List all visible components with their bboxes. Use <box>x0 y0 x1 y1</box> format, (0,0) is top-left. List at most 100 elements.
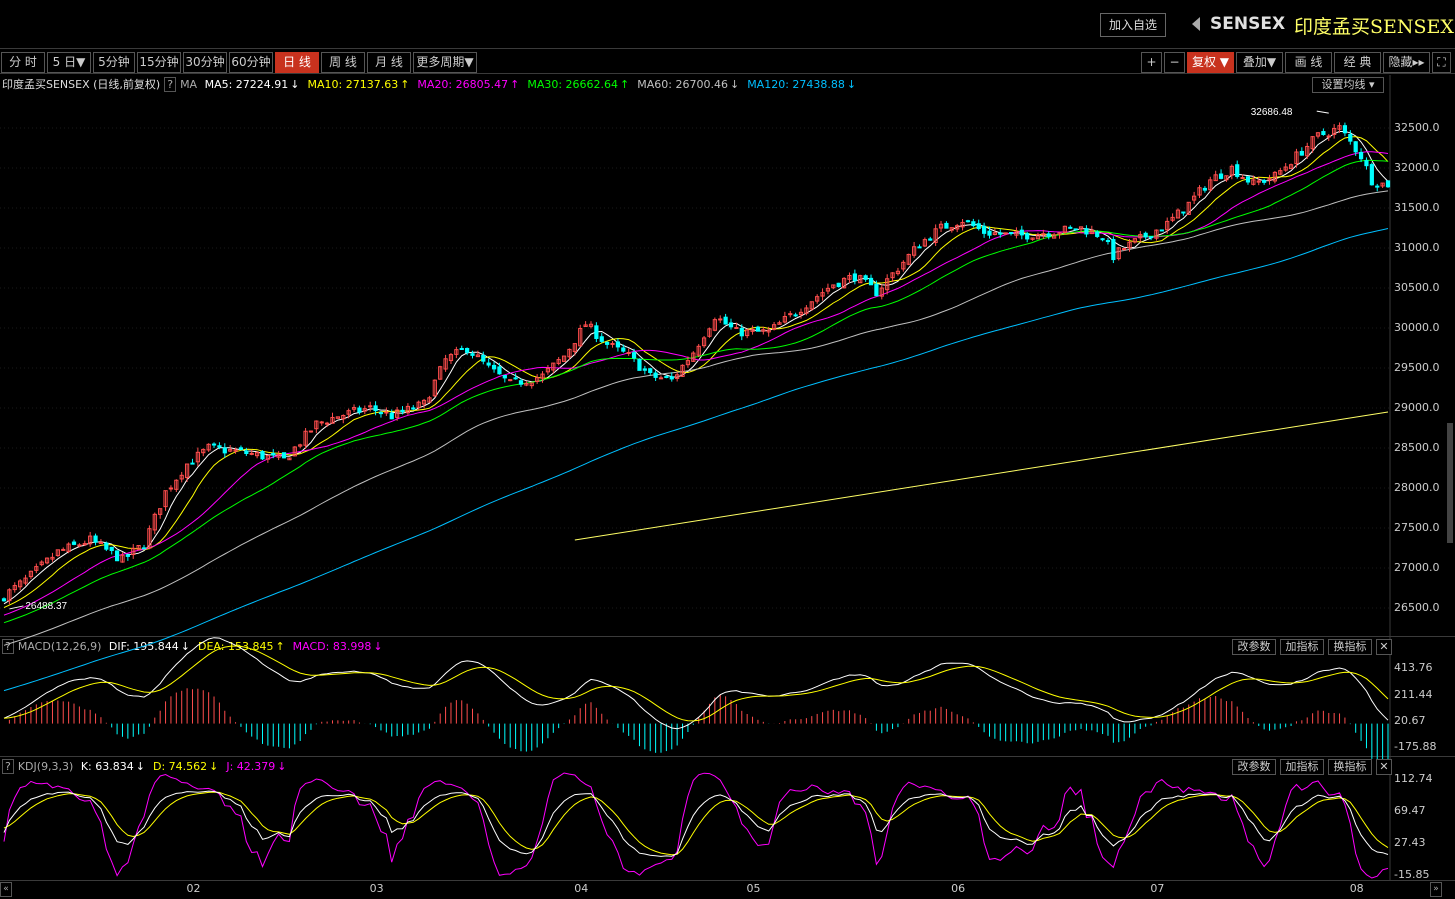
long-ma-line <box>574 411 1389 541</box>
candle-body-41 <box>222 447 227 454</box>
candle-body-213 <box>1148 236 1154 239</box>
candle-body-246 <box>1326 135 1331 138</box>
candle-body-160 <box>863 275 868 280</box>
macd-dea-line <box>3 645 1389 722</box>
macd-panel-button-3[interactable]: ✕ <box>1376 639 1392 655</box>
candle-body-182 <box>981 225 987 234</box>
price-axis-label-10: 27500.0 <box>1394 521 1440 534</box>
x-axis-label-4: 06 <box>951 882 966 895</box>
candle-body-20 <box>109 546 114 552</box>
ma-line-MA20 <box>3 151 1389 616</box>
candle-body-121 <box>653 372 658 378</box>
candle-body-59 <box>319 421 324 424</box>
kdj-panel-button-0[interactable]: 改参数 <box>1232 759 1276 775</box>
candle-body-111 <box>599 336 604 342</box>
annotation-1: 32686.48 <box>1251 107 1293 118</box>
price-axis-label-0: 32500.0 <box>1394 121 1440 134</box>
candle-body-11 <box>61 548 66 551</box>
candle-body-115 <box>621 347 626 352</box>
kdj-axis-label-2: 27.43 <box>1394 835 1426 849</box>
candle-body-180 <box>971 221 976 227</box>
candle-body-91 <box>491 364 497 370</box>
candle-body-118 <box>637 358 642 371</box>
candle-body-186 <box>1003 232 1008 235</box>
x-axis-label-0: 02 <box>186 882 201 895</box>
candle-body-86 <box>465 348 470 353</box>
ma-line-MA10 <box>3 136 1389 609</box>
candle-body-137 <box>739 327 744 337</box>
x-axis-label-3: 05 <box>746 882 761 895</box>
candle-body-229 <box>1235 164 1240 177</box>
candle-body-45 <box>244 450 249 455</box>
price-axis-label-9: 28000.0 <box>1394 481 1440 494</box>
candle-body-255 <box>1375 185 1380 188</box>
scroll-right-button[interactable]: » <box>1430 882 1442 897</box>
candle-body-69 <box>373 405 378 412</box>
candle-body-96 <box>518 380 524 385</box>
candle-body-134 <box>723 316 728 325</box>
candle-body-50 <box>271 452 276 456</box>
candle-body-71 <box>384 411 389 414</box>
candle-body-230 <box>1240 177 1245 180</box>
candle-body-110 <box>594 325 599 339</box>
candle-body-123 <box>664 376 669 379</box>
price-axis-label-12: 26500.0 <box>1394 601 1440 614</box>
ma-line-MA30 <box>3 159 1389 624</box>
candle-body-14 <box>77 544 82 547</box>
scroll-left-button[interactable]: « <box>0 882 12 897</box>
kdj-panel-button-2[interactable]: 换指标 <box>1328 759 1372 775</box>
candle-body-44 <box>238 447 244 450</box>
candle-body-72 <box>389 412 394 420</box>
macd-panel-button-0[interactable]: 改参数 <box>1232 639 1276 655</box>
candle-body-60 <box>325 422 330 425</box>
candle-body-162 <box>874 283 879 297</box>
candle-body-19 <box>104 542 109 550</box>
candle-body-146 <box>788 313 793 316</box>
candle-body-85 <box>459 348 464 351</box>
candle-body-21 <box>114 550 120 562</box>
price-axis-label-4: 30500.0 <box>1394 281 1440 294</box>
candle-body-205 <box>1105 240 1111 243</box>
candle-body-112 <box>605 341 610 345</box>
macd-panel-button-2[interactable]: 换指标 <box>1328 639 1372 655</box>
candle-body-241 <box>1299 150 1304 156</box>
candle-body-208 <box>1122 248 1127 251</box>
candle-body-114 <box>615 341 621 348</box>
candle-body-120 <box>648 368 653 373</box>
price-axis-label-2: 31500.0 <box>1394 201 1440 214</box>
candle-body-206 <box>1111 238 1116 261</box>
candle-body-26 <box>141 547 147 550</box>
kdj-panel-button-1[interactable]: 加指标 <box>1280 759 1324 775</box>
candle-body-201 <box>1084 228 1089 235</box>
candle-body-116 <box>626 352 631 355</box>
kdj-panel-button-3[interactable]: ✕ <box>1376 759 1392 775</box>
candle-body-226 <box>1218 173 1224 179</box>
x-axis-label-6: 08 <box>1349 882 1364 895</box>
candle-body-57 <box>308 430 314 433</box>
candle-body-223 <box>1202 187 1208 191</box>
price-axis-label-8: 28500.0 <box>1394 441 1440 454</box>
candle-body-250 <box>1348 133 1353 142</box>
candle-body-87 <box>470 353 475 356</box>
candle-body-94 <box>508 379 513 382</box>
candle-body-253 <box>1364 160 1369 167</box>
candle-body-18 <box>98 541 104 544</box>
candle-body-183 <box>987 230 992 236</box>
candle-body-189 <box>1019 229 1024 236</box>
candle-body-175 <box>944 222 949 229</box>
candle-body-93 <box>502 374 507 379</box>
candle-body-136 <box>734 327 739 330</box>
candle-body-90 <box>486 362 491 366</box>
macd-panel-button-1[interactable]: 加指标 <box>1280 639 1324 655</box>
candle-body-76 <box>411 407 416 410</box>
candle-body-89 <box>481 354 486 362</box>
kdj-axis-label-3: -15.85 <box>1394 867 1430 881</box>
candle-body-0 <box>1 598 7 602</box>
annotation-line-1 <box>1316 110 1329 114</box>
macd-dif-line <box>3 637 1389 730</box>
kdj-d-line <box>3 791 1389 856</box>
candle-body-31 <box>168 487 174 490</box>
candle-body-155 <box>836 282 841 288</box>
price-axis-label-1: 32000.0 <box>1394 161 1440 174</box>
candle-body-158 <box>852 273 857 282</box>
